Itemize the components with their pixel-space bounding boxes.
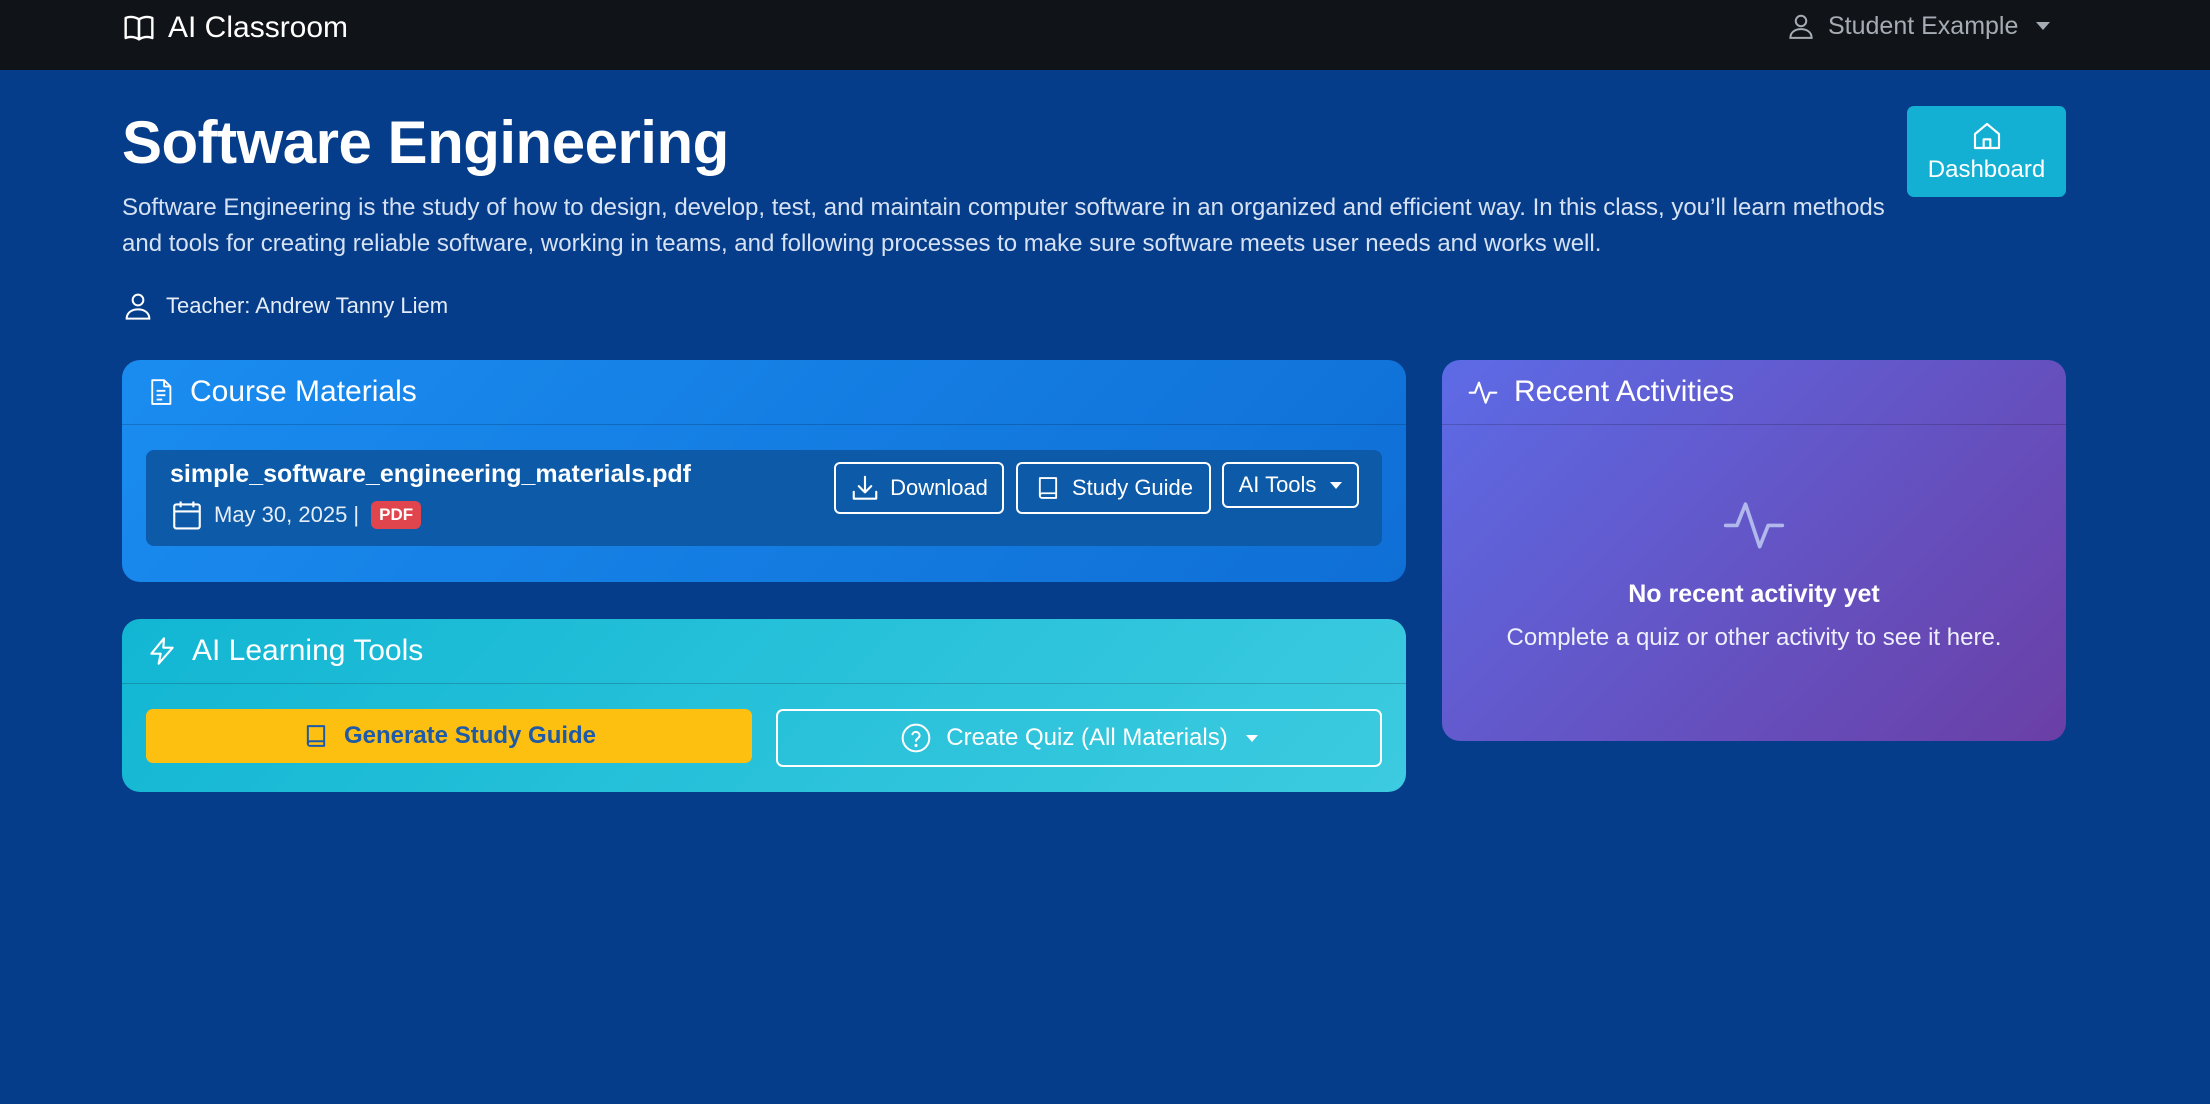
ai-tools-dropdown[interactable]: AI Tools	[1222, 462, 1359, 508]
open-book-icon	[122, 12, 156, 44]
ai-learning-tools-title: AI Learning Tools	[192, 634, 424, 667]
chevron-down-icon	[1330, 481, 1343, 489]
study-guide-button[interactable]: Study Guide	[1016, 462, 1211, 514]
brand-link[interactable]: AI Classroom	[122, 8, 348, 48]
material-item: simple_software_engineering_materials.pd…	[146, 450, 1382, 546]
study-guide-label: Study Guide	[1071, 475, 1194, 500]
dashboard-button[interactable]: Dashboard	[1907, 106, 2066, 197]
ai-learning-tools-header: AI Learning Tools	[122, 619, 1406, 684]
course-materials-title: Course Materials	[190, 375, 417, 408]
chevron-down-icon	[1245, 734, 1258, 742]
course-materials-card: Course Materials simple_software_enginee…	[122, 360, 1406, 582]
file-type-badge: PDF	[371, 501, 422, 529]
generate-study-guide-button[interactable]: Generate Study Guide	[146, 709, 752, 763]
calendar-icon	[170, 498, 204, 532]
chevron-down-icon	[2036, 22, 2051, 30]
house-icon	[1971, 120, 2003, 152]
recent-activities-title: Recent Activities	[1514, 375, 1735, 408]
empty-state-subtitle: Complete a quiz or other activity to see…	[1506, 624, 2002, 651]
ai-learning-tools-card: AI Learning Tools Generate Study Guide C…	[122, 619, 1406, 792]
teacher-name: Teacher: Andrew Tanny Liem	[166, 293, 449, 318]
generate-study-guide-label: Generate Study Guide	[343, 722, 597, 749]
create-quiz-dropdown[interactable]: Create Quiz (All Materials)	[776, 709, 1382, 767]
teacher-info: Teacher: Andrew Tanny Liem	[122, 288, 448, 324]
download-button[interactable]: Download	[834, 462, 1004, 514]
lightning-icon	[146, 634, 178, 668]
person-icon	[122, 290, 154, 322]
empty-state-title: No recent activity yet	[1628, 580, 1880, 608]
material-date: May 30, 2025 |	[214, 502, 360, 527]
material-filename: simple_software_engineering_materials.pd…	[170, 460, 692, 488]
top-navbar: AI Classroom Student Example	[0, 0, 2210, 70]
course-description: Software Engineering is the study of how…	[122, 194, 1885, 257]
recent-activities-header: Recent Activities	[1442, 360, 2066, 425]
dashboard-label: Dashboard	[1927, 155, 2046, 183]
user-menu-dropdown[interactable]: Student Example	[1786, 8, 2051, 44]
book-icon	[1034, 472, 1062, 504]
page-title: Software Engineering	[122, 109, 729, 176]
ai-tools-label: AI Tools	[1238, 472, 1317, 497]
download-icon	[850, 473, 880, 503]
course-materials-header: Course Materials	[122, 360, 1406, 425]
recent-activities-card: Recent Activities No recent activity yet…	[1442, 360, 2066, 741]
brand-name: AI Classroom	[168, 11, 349, 44]
activity-pulse-icon	[1466, 376, 1500, 408]
document-icon	[146, 375, 176, 409]
user-name: Student Example	[1828, 11, 2019, 40]
activity-pulse-icon	[1720, 490, 1788, 558]
download-label: Download	[890, 475, 988, 500]
material-meta: May 30, 2025 | PDF	[170, 498, 422, 532]
create-quiz-label: Create Quiz (All Materials)	[946, 724, 1228, 751]
person-icon	[1786, 10, 1816, 42]
book-icon	[302, 720, 330, 752]
question-circle-icon	[900, 722, 932, 754]
